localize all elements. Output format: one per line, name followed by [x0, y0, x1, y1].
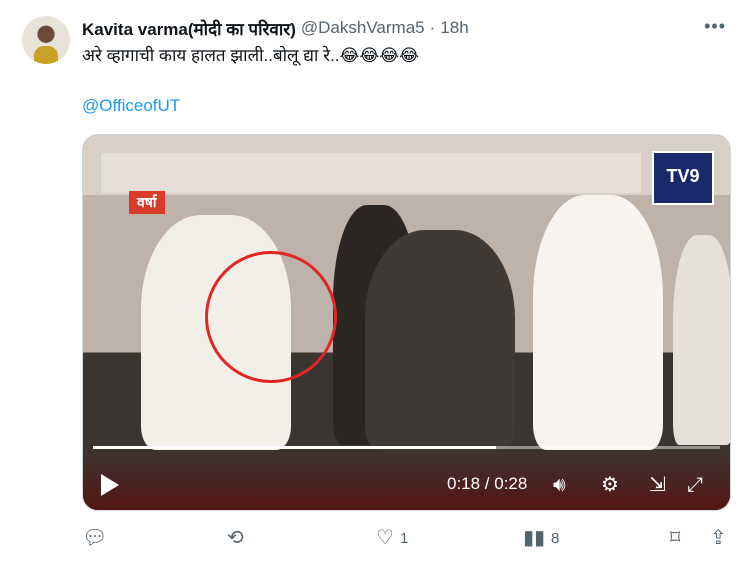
timestamp[interactable]: 18h	[440, 18, 468, 38]
overlay-tag: वर्षा	[129, 191, 165, 214]
gear-icon[interactable]: ⚙︎	[601, 474, 619, 496]
like-button[interactable]: ♡ 1	[376, 528, 408, 548]
tweet-header: Kavita varma(मोदी का परिवार) @DakshVarma…	[82, 16, 726, 40]
video-controls: 0:18 / 0:28 🔊︎ ⚙︎ ⇲ ⤢	[83, 448, 730, 510]
views-icon: ▮▮	[523, 527, 546, 549]
bookmark-button[interactable]: ⌑	[670, 528, 680, 548]
volume-icon[interactable]: 🔊︎	[553, 474, 566, 496]
avatar[interactable]	[22, 16, 70, 64]
person-figure	[533, 195, 663, 450]
play-icon[interactable]	[101, 474, 119, 496]
mention-link[interactable]: @OfficeofUT	[82, 96, 180, 116]
reply-button[interactable]: 💬︎	[82, 528, 113, 548]
channel-logo: TV9	[652, 151, 714, 205]
share-button[interactable]: ⇪	[710, 528, 727, 548]
share-icon: ⇪	[710, 527, 727, 549]
person-figure	[365, 230, 515, 450]
reply-icon: 💬︎	[82, 527, 108, 549]
author-handle[interactable]: @DakshVarma5	[301, 18, 425, 38]
action-bar: 💬︎ ⟲ ♡ 1 ▮▮ 8 ⌑ ⇪	[82, 528, 730, 552]
repost-icon: ⟲	[227, 527, 244, 549]
like-count: 1	[399, 529, 409, 547]
separator: ·	[429, 18, 436, 37]
bookmark-icon: ⌑	[670, 527, 681, 549]
more-icon[interactable]: •••	[704, 16, 726, 37]
heart-icon: ♡	[376, 527, 394, 549]
views-button[interactable]: ▮▮ 8	[523, 528, 559, 548]
video-player[interactable]: वर्षा TV9 0:18 / 0:28 🔊︎ ⚙︎ ⇲ ⤢	[82, 134, 731, 511]
popout-icon[interactable]: ⇲	[649, 474, 666, 496]
fullscreen-icon[interactable]: ⤢	[687, 474, 703, 496]
person-figure	[673, 235, 730, 445]
stage-banner	[101, 153, 641, 193]
repost-button[interactable]: ⟲	[227, 528, 250, 548]
author-name[interactable]: Kavita varma(मोदी का परिवार)	[82, 17, 296, 40]
highlight-circle	[205, 251, 337, 383]
views-count: 8	[551, 529, 560, 547]
tweet-text: अरे व्हागाची काय हालत झाली..बोलू द्या रे…	[82, 46, 419, 65]
timecode: 0:18 / 0:28	[447, 474, 528, 493]
